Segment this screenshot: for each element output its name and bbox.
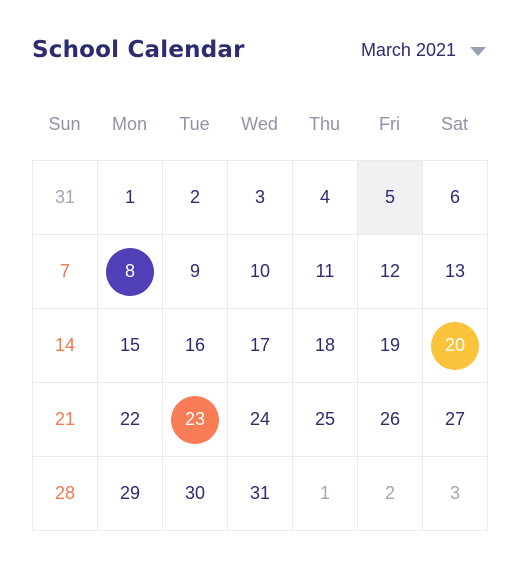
calendar-day-cell[interactable]: 29 [98,457,163,531]
day-number: 2 [384,483,395,503]
calendar-day-cell[interactable]: 10 [228,235,293,309]
selected-date-marker: 20 [431,321,479,370]
weekday-label: Thu [308,114,341,134]
day-number: 24 [249,409,271,429]
calendar-day-cell[interactable]: 17 [228,309,293,383]
calendar-day-cell[interactable]: 14 [33,309,98,383]
day-number: 14 [54,335,76,355]
day-number: 29 [119,483,141,503]
day-number: 7 [59,261,70,281]
weekday-label: Sat [440,114,469,134]
weekday-label: Sun [48,114,81,134]
selected-date-marker: 8 [106,247,154,296]
calendar-day-cell[interactable]: 8 [98,235,163,309]
calendar-day-cell[interactable]: 5 [358,161,423,235]
month-label: March 2021 [360,39,456,60]
selected-date-marker: 23 [171,395,219,444]
calendar-day-cell[interactable]: 1 [293,457,358,531]
weekday-label: Mon [111,114,147,134]
calendar-day-cell[interactable]: 3 [423,457,488,531]
day-number: 6 [449,187,460,207]
weekday-header-row: Sun Mon Tue Wed Thu Fri Sat [32,110,487,138]
calendar-title: School Calendar [32,37,245,63]
calendar-day-cell[interactable]: 19 [358,309,423,383]
calendar-day-cell[interactable]: 16 [163,309,228,383]
calendar-day-cell[interactable]: 24 [228,383,293,457]
month-selector[interactable]: March 2021 [361,40,486,61]
day-number: 4 [319,187,330,207]
day-number: 28 [54,483,76,503]
calendar-day-cell[interactable]: 11 [293,235,358,309]
day-number: 3 [254,187,265,207]
calendar-day-cell[interactable]: 6 [423,161,488,235]
day-number: 31 [54,187,76,207]
calendar-day-cell[interactable]: 18 [293,309,358,383]
weekday-label: Tue [179,114,210,134]
day-number: 26 [379,409,401,429]
calendar-day-cell[interactable]: 15 [98,309,163,383]
calendar-day-cell[interactable]: 4 [293,161,358,235]
calendar-day-cell[interactable]: 26 [358,383,423,457]
day-number: 3 [449,483,460,503]
day-number: 1 [124,187,135,207]
day-number: 30 [184,483,206,503]
chevron-down-icon[interactable] [470,46,486,56]
day-number: 19 [379,335,401,355]
calendar-day-cell[interactable]: 12 [358,235,423,309]
day-number: 22 [119,409,141,429]
day-number: 27 [444,409,466,429]
calendar-header: School Calendar March 2021 [32,30,486,70]
day-number: 1 [319,483,330,503]
weekday-label: Wed [241,114,278,134]
day-number: 16 [184,335,206,355]
calendar-day-cell[interactable]: 25 [293,383,358,457]
calendar-day-cell[interactable]: 13 [423,235,488,309]
calendar-day-cell[interactable]: 27 [423,383,488,457]
day-number: 5 [384,187,395,207]
day-number: 9 [189,261,200,281]
calendar-day-cell[interactable]: 22 [98,383,163,457]
calendar-day-cell[interactable]: 7 [33,235,98,309]
calendar-day-cell[interactable]: 23 [163,383,228,457]
calendar-day-cell[interactable]: 9 [163,235,228,309]
day-number: 18 [314,335,336,355]
calendar-day-cell[interactable]: 21 [33,383,98,457]
day-number: 17 [249,335,271,355]
day-number: 25 [314,409,336,429]
calendar-day-cell[interactable]: 30 [163,457,228,531]
calendar-day-cell[interactable]: 20 [423,309,488,383]
day-number: 12 [379,261,401,281]
calendar-day-cell[interactable]: 31 [33,161,98,235]
calendar-day-cell[interactable]: 2 [163,161,228,235]
day-number: 13 [444,261,466,281]
calendar-day-cell[interactable]: 3 [228,161,293,235]
calendar-day-cell[interactable]: 31 [228,457,293,531]
day-number: 10 [249,261,271,281]
calendar-grid: 31 1 2 3 4 5 6 7 8 9 10 11 12 13 14 15 16 17 18 19 20 21 22 23 2… [32,160,488,531]
weekday-label: Fri [379,114,400,134]
day-number: 11 [315,261,335,281]
day-number: 2 [189,187,200,207]
day-number: 31 [249,483,271,503]
calendar-day-cell[interactable]: 28 [33,457,98,531]
day-number: 21 [54,409,76,429]
day-number: 15 [119,335,141,355]
calendar-day-cell[interactable]: 1 [98,161,163,235]
calendar-day-cell[interactable]: 2 [358,457,423,531]
